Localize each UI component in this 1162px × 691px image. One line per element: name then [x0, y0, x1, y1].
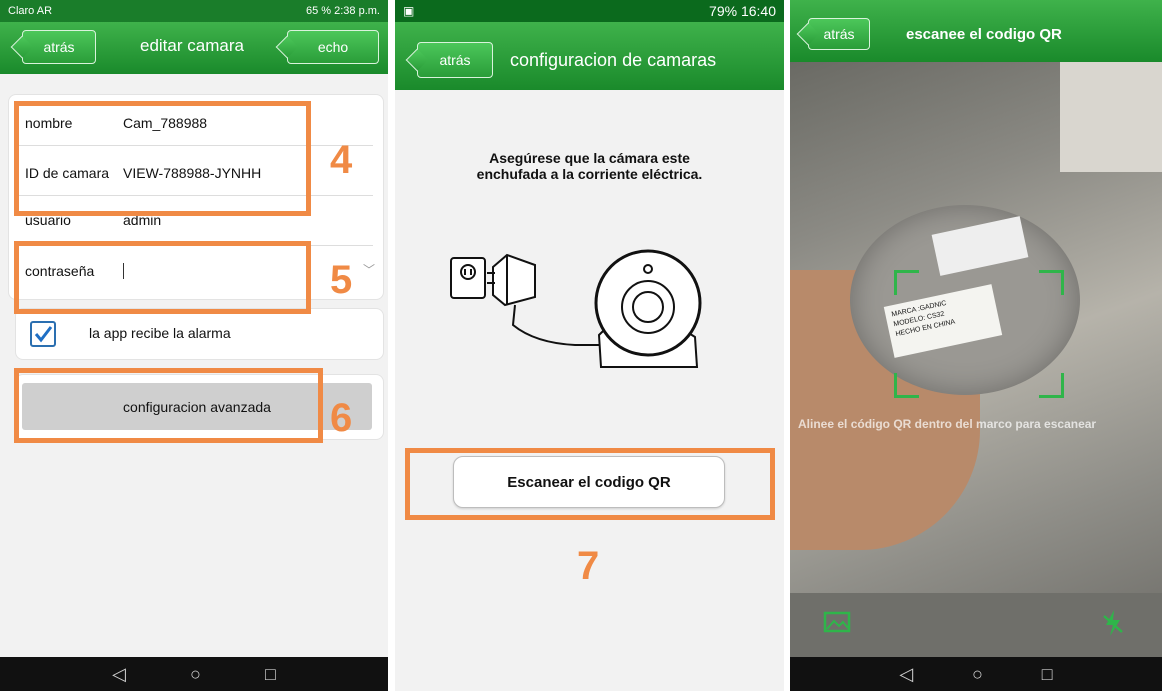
app-bar: atrás configuracion de camaras: [395, 22, 784, 90]
back-button[interactable]: atrás: [808, 18, 870, 50]
scan-frame: [894, 270, 1064, 398]
scan-hint: Alinee el código QR dentro del marco par…: [798, 417, 1097, 431]
alarm-card: la app recibe la alarma: [15, 308, 384, 360]
nav-bar: ◁ ○ □: [790, 657, 1162, 691]
app-bar: atrás editar camara echo: [0, 22, 388, 74]
back-nav-icon[interactable]: ◁: [899, 664, 913, 685]
home-nav-icon[interactable]: ○: [190, 664, 201, 685]
callout-number: 5: [330, 258, 353, 302]
page-title: editar camara: [140, 36, 244, 55]
callout-box: [405, 448, 775, 520]
nav-bar: ◁ ○ □: [0, 657, 388, 691]
phone-camera-setup: ▣ 79% 16:40 atrás configuracion de camar…: [395, 0, 784, 691]
chevron-down-icon[interactable]: ﹀: [363, 261, 375, 278]
status-right: 79% 16:40: [709, 3, 776, 19]
callout-box: [14, 101, 311, 216]
back-button[interactable]: atrás: [22, 30, 96, 64]
phone-edit-camera: Claro AR 65 % 2:38 p.m. atrás editar cam…: [0, 0, 388, 691]
page-title: escanee el codigo QR: [906, 26, 1062, 43]
carrier-label: Claro AR: [8, 5, 53, 17]
alarm-label: la app recibe la alarma: [89, 325, 231, 341]
app-bar: atrás escanee el codigo QR: [790, 0, 1162, 62]
done-button[interactable]: echo: [287, 30, 379, 64]
callout-number: 7: [577, 544, 600, 588]
flash-off-icon[interactable]: [1102, 608, 1124, 638]
status-bar: ▣ 79% 16:40: [395, 0, 784, 22]
recents-nav-icon[interactable]: □: [1042, 664, 1053, 685]
desk-object: [1060, 62, 1162, 172]
gallery-icon[interactable]: [823, 611, 851, 635]
callout-number: 4: [330, 138, 353, 182]
callout-box: [14, 241, 311, 314]
back-button[interactable]: atrás: [417, 42, 493, 78]
recents-nav-icon[interactable]: □: [265, 664, 276, 685]
status-right: 65 % 2:38 p.m.: [306, 5, 380, 17]
notification-icon: ▣: [403, 4, 415, 18]
alarm-checkbox[interactable]: [30, 321, 56, 347]
callout-box: [14, 368, 323, 443]
bottom-toolbar: [790, 593, 1162, 657]
status-bar: Claro AR 65 % 2:38 p.m.: [0, 0, 388, 22]
back-nav-icon[interactable]: ◁: [112, 664, 126, 685]
phone-qr-scanner: MARCA :GADNIC MODELO: CS32 HECHO EN CHIN…: [790, 0, 1162, 691]
camera-plug-illustration: [450, 249, 702, 368]
callout-number: 6: [330, 396, 353, 440]
instruction-text: Asegúrese que la cámara este enchufada a…: [476, 150, 703, 182]
check-icon: [34, 326, 53, 343]
page-title: configuracion de camaras: [510, 50, 717, 70]
home-nav-icon[interactable]: ○: [972, 664, 983, 685]
